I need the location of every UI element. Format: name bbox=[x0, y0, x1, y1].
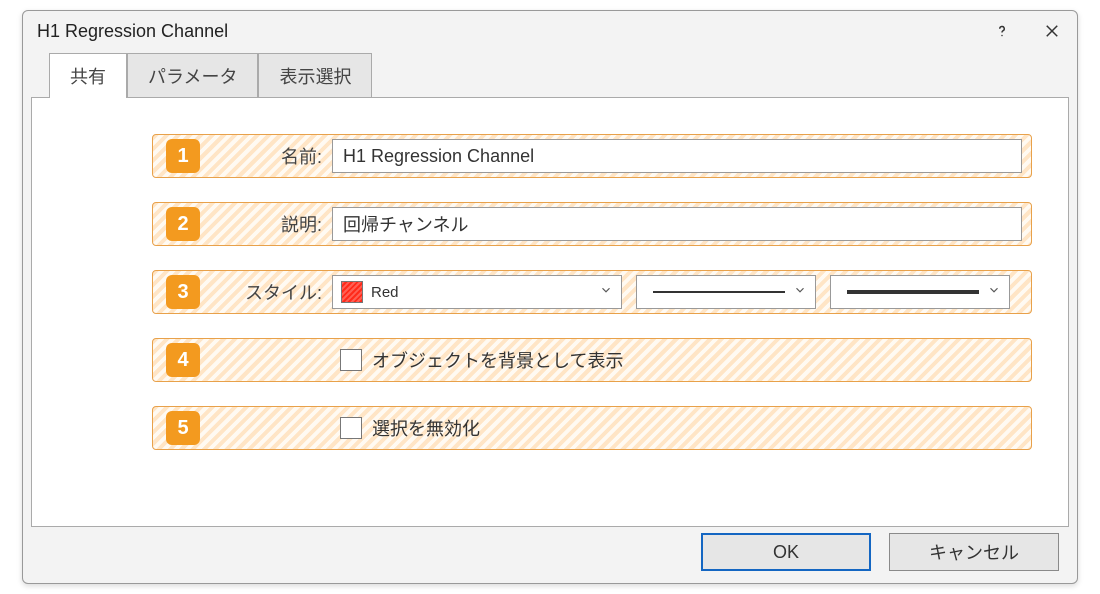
name-input[interactable]: H1 Regression Channel bbox=[332, 139, 1022, 173]
style-line-type-dropdown[interactable] bbox=[636, 275, 816, 309]
tab-display[interactable]: 表示選択 bbox=[258, 53, 372, 98]
cancel-button[interactable]: キャンセル bbox=[889, 533, 1059, 571]
style-color-dropdown[interactable]: Red bbox=[332, 275, 622, 309]
name-label: 名前: bbox=[212, 143, 332, 169]
chevron-down-icon bbox=[599, 283, 613, 301]
dialog-button-bar: OK キャンセル bbox=[701, 533, 1059, 571]
tab-parameters[interactable]: パラメータ bbox=[127, 53, 258, 98]
row-highlight bbox=[152, 406, 1032, 450]
row-name: 1 名前: H1 Regression Channel bbox=[152, 134, 1032, 178]
disable-selection-label: 選択を無効化 bbox=[372, 415, 480, 441]
name-value: H1 Regression Channel bbox=[343, 146, 534, 167]
row-number-3: 3 bbox=[166, 275, 200, 309]
style-color-name: Red bbox=[371, 284, 399, 301]
chevron-down-icon bbox=[987, 283, 1001, 301]
line-width-preview-icon bbox=[847, 290, 979, 294]
row-disable-selection-checkbox: 5 . 選択を無効化 bbox=[152, 406, 1032, 450]
help-button[interactable] bbox=[977, 11, 1027, 51]
color-swatch-icon bbox=[341, 281, 363, 303]
style-line-width-dropdown[interactable] bbox=[830, 275, 1010, 309]
chevron-down-icon bbox=[793, 283, 807, 301]
description-label: 説明: bbox=[212, 211, 332, 237]
description-value: 回帰チャンネル bbox=[343, 211, 468, 237]
row-number-5: 5 bbox=[166, 411, 200, 445]
line-style-preview-icon bbox=[653, 291, 785, 293]
tab-common[interactable]: 共有 bbox=[49, 53, 127, 98]
row-style: 3 スタイル: Red bbox=[152, 270, 1032, 314]
window-title: H1 Regression Channel bbox=[37, 21, 228, 42]
style-label: スタイル: bbox=[212, 279, 332, 305]
titlebar: H1 Regression Channel bbox=[23, 11, 1077, 51]
ok-button[interactable]: OK bbox=[701, 533, 871, 571]
row-number-1: 1 bbox=[166, 139, 200, 173]
draw-as-background-checkbox[interactable] bbox=[340, 349, 362, 371]
row-number-4: 4 bbox=[166, 343, 200, 377]
description-input[interactable]: 回帰チャンネル bbox=[332, 207, 1022, 241]
row-description: 2 説明: 回帰チャンネル bbox=[152, 202, 1032, 246]
row-background-checkbox: 4 . オブジェクトを背景として表示 bbox=[152, 338, 1032, 382]
tab-bar: 共有 パラメータ 表示選択 bbox=[49, 51, 1069, 97]
disable-selection-checkbox[interactable] bbox=[340, 417, 362, 439]
row-number-2: 2 bbox=[166, 207, 200, 241]
dialog-window: H1 Regression Channel 共有 パラメータ 表示選択 1 名 bbox=[22, 10, 1078, 584]
draw-as-background-label: オブジェクトを背景として表示 bbox=[372, 347, 623, 373]
close-button[interactable] bbox=[1027, 11, 1077, 51]
tab-panel-common: 1 名前: H1 Regression Channel 2 説明: 回帰チャンネ… bbox=[31, 97, 1069, 527]
